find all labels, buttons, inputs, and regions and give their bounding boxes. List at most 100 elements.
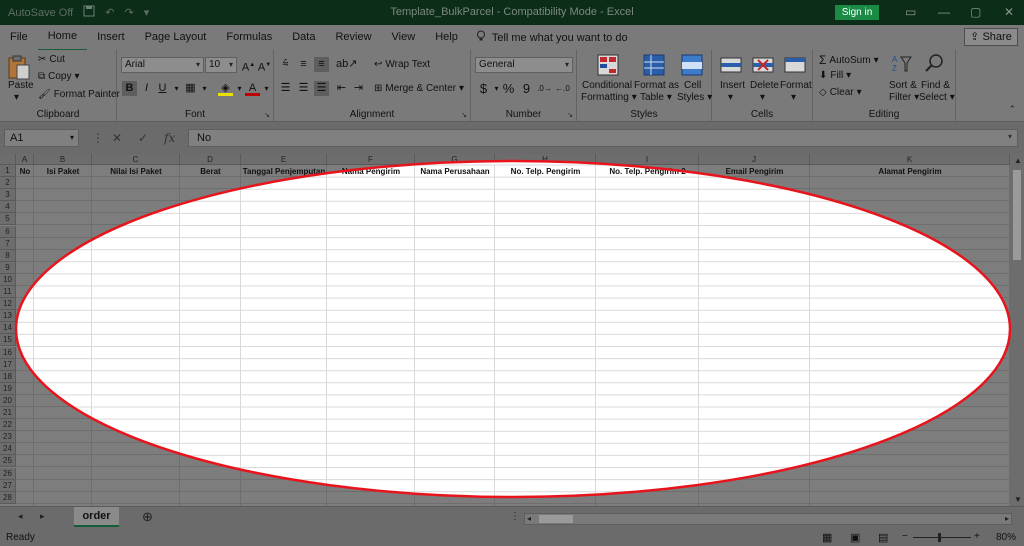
- merge-dropdown-icon[interactable]: ▾: [459, 83, 464, 94]
- table-row[interactable]: [16, 359, 1010, 371]
- table-row[interactable]: [16, 238, 1010, 250]
- enter-icon[interactable]: ✓: [138, 131, 148, 145]
- conditional-formatting-label[interactable]: Formatting ▾: [581, 92, 637, 103]
- font-color-icon[interactable]: A: [245, 81, 260, 96]
- row-header[interactable]: 27: [0, 479, 16, 492]
- format-cells-button[interactable]: Format: [780, 80, 812, 91]
- column-header-e[interactable]: E: [241, 154, 327, 165]
- sort-filter-icon[interactable]: AZ: [891, 53, 915, 77]
- row-header[interactable]: 28: [0, 491, 16, 504]
- wrap-text-button[interactable]: ↩ Wrap Text: [374, 59, 430, 70]
- format-as-table-button[interactable]: Format as: [634, 80, 679, 91]
- cell-styles-button[interactable]: Cell: [684, 80, 701, 91]
- name-box[interactable]: A1 ▾: [4, 129, 79, 147]
- format-as-table-label[interactable]: Table ▾: [640, 92, 672, 103]
- minimize-icon[interactable]: —: [938, 5, 950, 19]
- header-cell-g[interactable]: Nama Perusahaan: [415, 166, 495, 178]
- more-options-icon[interactable]: ⋮: [92, 131, 104, 145]
- table-row[interactable]: [16, 298, 1010, 311]
- font-name-select[interactable]: Arial ▾: [121, 57, 204, 73]
- align-left-icon[interactable]: ☰: [278, 81, 293, 96]
- header-cell-j[interactable]: Email Pengirim: [699, 166, 810, 178]
- format-cells-icon[interactable]: [784, 54, 808, 78]
- autosum-button[interactable]: Σ AutoSum ▾: [819, 53, 879, 67]
- cancel-icon[interactable]: ✕: [112, 131, 122, 145]
- cell-styles-icon[interactable]: [681, 54, 705, 78]
- tab-split-handle-icon[interactable]: ⋮: [510, 511, 520, 522]
- comma-style-button[interactable]: 9: [519, 81, 534, 96]
- page-break-view-icon[interactable]: ▤: [878, 531, 888, 544]
- insert-dropdown-icon[interactable]: ▾: [728, 92, 733, 103]
- font-color-dropdown-icon[interactable]: ▾: [259, 81, 274, 96]
- header-cell-d[interactable]: Berat: [180, 166, 241, 178]
- find-select-button[interactable]: Find &: [921, 80, 950, 91]
- table-row[interactable]: [16, 431, 1010, 444]
- increase-font-icon[interactable]: A▲: [241, 58, 256, 74]
- row-header[interactable]: 1: [0, 165, 16, 178]
- align-middle-icon[interactable]: ≡: [296, 57, 311, 72]
- number-format-select[interactable]: General ▾: [475, 57, 573, 73]
- vertical-scroll-thumb[interactable]: [1013, 170, 1021, 260]
- sort-filter-button[interactable]: Sort &: [889, 80, 917, 91]
- prev-sheet-icon[interactable]: ◂: [18, 511, 23, 522]
- insert-function-icon[interactable]: fx: [164, 131, 175, 145]
- font-dialog-launcher-icon[interactable]: ↘: [264, 111, 270, 119]
- find-select-icon[interactable]: [923, 52, 947, 76]
- format-dropdown-icon[interactable]: ▾: [791, 92, 796, 103]
- header-cell-b[interactable]: Isi Paket: [34, 166, 92, 178]
- row-header[interactable]: 2: [0, 177, 16, 190]
- row-header[interactable]: 8: [0, 249, 16, 262]
- header-cell-f[interactable]: Nama Pengirim: [327, 166, 415, 178]
- underline-button[interactable]: U: [155, 81, 170, 96]
- table-row[interactable]: [16, 274, 1010, 286]
- increase-indent-icon[interactable]: ⇥: [351, 81, 366, 96]
- column-header-c[interactable]: C: [92, 154, 180, 165]
- clear-button[interactable]: ◇ Clear ▾: [819, 87, 862, 98]
- align-right-icon[interactable]: ☰: [314, 81, 329, 96]
- column-header-b[interactable]: B: [34, 154, 92, 165]
- table-row[interactable]: [16, 310, 1010, 323]
- table-row[interactable]: [16, 322, 1010, 335]
- cell-styles-label[interactable]: Styles ▾: [677, 92, 712, 103]
- insert-cells-button[interactable]: Insert: [720, 80, 745, 91]
- row-header[interactable]: 23: [0, 431, 16, 444]
- decrease-decimal-icon[interactable]: ←.0: [555, 81, 570, 96]
- row-header[interactable]: 16: [0, 346, 16, 359]
- autosave-toggle[interactable]: AutoSave Off: [8, 7, 73, 19]
- row-header[interactable]: 19: [0, 382, 16, 395]
- row-header[interactable]: 17: [0, 358, 16, 371]
- tab-page-layout[interactable]: Page Layout: [135, 25, 217, 50]
- sign-in-button[interactable]: Sign in: [835, 5, 879, 20]
- table-row[interactable]: [16, 250, 1010, 262]
- table-row[interactable]: [16, 213, 1010, 226]
- row-header[interactable]: 12: [0, 298, 16, 311]
- row-header[interactable]: 7: [0, 237, 16, 250]
- delete-dropdown-icon[interactable]: ▾: [760, 92, 765, 103]
- share-button[interactable]: ⇪ Share: [964, 28, 1018, 46]
- table-row[interactable]: [16, 189, 1010, 202]
- table-row[interactable]: [16, 455, 1010, 468]
- zoom-slider-thumb[interactable]: [938, 533, 941, 542]
- row-header[interactable]: 25: [0, 455, 16, 468]
- insert-cells-icon[interactable]: [720, 54, 744, 78]
- copy-dropdown-icon[interactable]: ▾: [75, 71, 80, 82]
- scroll-down-icon[interactable]: ▼: [1014, 495, 1022, 504]
- number-dialog-launcher-icon[interactable]: ↘: [567, 111, 573, 119]
- new-sheet-icon[interactable]: ⊕: [142, 509, 153, 525]
- bold-button[interactable]: B: [122, 81, 137, 96]
- column-header-a[interactable]: A: [16, 154, 34, 165]
- increase-decimal-icon[interactable]: .0→: [537, 81, 552, 96]
- row-header[interactable]: 4: [0, 201, 16, 214]
- row-header[interactable]: 18: [0, 370, 16, 383]
- table-row[interactable]: [16, 177, 1010, 190]
- table-row[interactable]: [16, 383, 1010, 395]
- fill-color-icon[interactable]: ◈: [218, 81, 233, 96]
- table-row[interactable]: [16, 201, 1010, 214]
- expand-formula-bar-icon[interactable]: ▾: [1008, 132, 1012, 141]
- table-row[interactable]: [16, 468, 1010, 480]
- vertical-scrollbar[interactable]: ▲ ▼: [1010, 154, 1024, 506]
- save-icon[interactable]: [83, 5, 95, 20]
- page-layout-view-icon[interactable]: ▣: [850, 531, 860, 544]
- decrease-font-icon[interactable]: A▼: [257, 58, 272, 74]
- font-size-select[interactable]: 10 ▾: [205, 57, 237, 73]
